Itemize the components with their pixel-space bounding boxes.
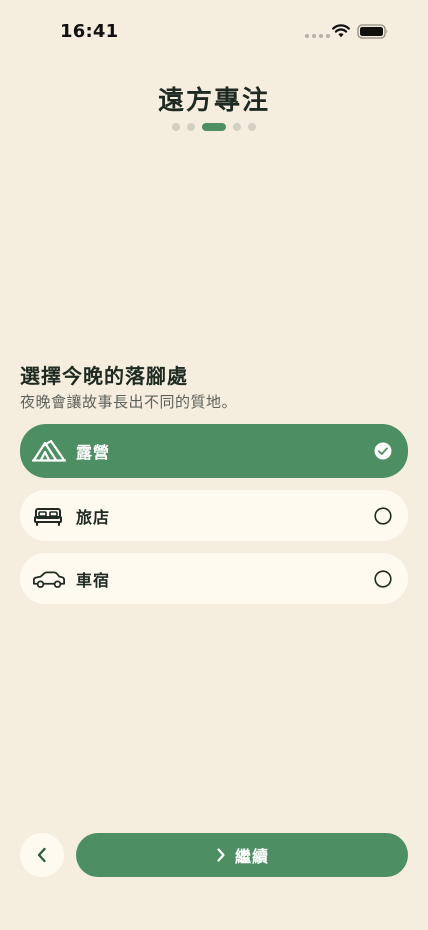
bed-icon bbox=[32, 503, 66, 529]
back-button[interactable] bbox=[20, 833, 64, 877]
car-icon bbox=[32, 566, 66, 592]
radio-circle-icon bbox=[374, 569, 392, 588]
battery-icon bbox=[357, 24, 388, 39]
check-circle-icon bbox=[374, 442, 392, 460]
option-hotel[interactable]: 旅店 bbox=[20, 490, 408, 541]
option-camping[interactable]: 露營 bbox=[20, 424, 408, 478]
chevron-left-icon bbox=[37, 847, 46, 863]
section-title: 選擇今晚的落腳處 bbox=[20, 364, 188, 388]
chevron-right-icon bbox=[217, 848, 225, 862]
section-subtitle: 夜晚會讓故事長出不同的質地。 bbox=[20, 393, 238, 411]
page-dot bbox=[172, 123, 180, 131]
option-label: 露營 bbox=[76, 443, 111, 462]
page-dot bbox=[187, 123, 195, 131]
page-indicator bbox=[0, 123, 428, 131]
wifi-icon bbox=[332, 24, 350, 38]
page-title: 遠方專注 bbox=[157, 86, 270, 116]
option-car[interactable]: 車宿 bbox=[20, 553, 408, 604]
status-bar: 16:41 bbox=[0, 0, 428, 60]
continue-label: 繼續 bbox=[234, 847, 269, 866]
continue-button[interactable]: 繼續 bbox=[76, 833, 408, 877]
page-dot bbox=[233, 123, 241, 131]
status-time: 16:41 bbox=[60, 21, 119, 42]
page-dot bbox=[248, 123, 256, 131]
option-label: 旅店 bbox=[76, 507, 111, 527]
tent-icon bbox=[32, 438, 66, 464]
option-label: 車宿 bbox=[76, 570, 111, 590]
radio-circle-icon bbox=[374, 506, 392, 525]
page-dot-active bbox=[202, 123, 226, 131]
cellular-signal-icon bbox=[305, 34, 330, 38]
